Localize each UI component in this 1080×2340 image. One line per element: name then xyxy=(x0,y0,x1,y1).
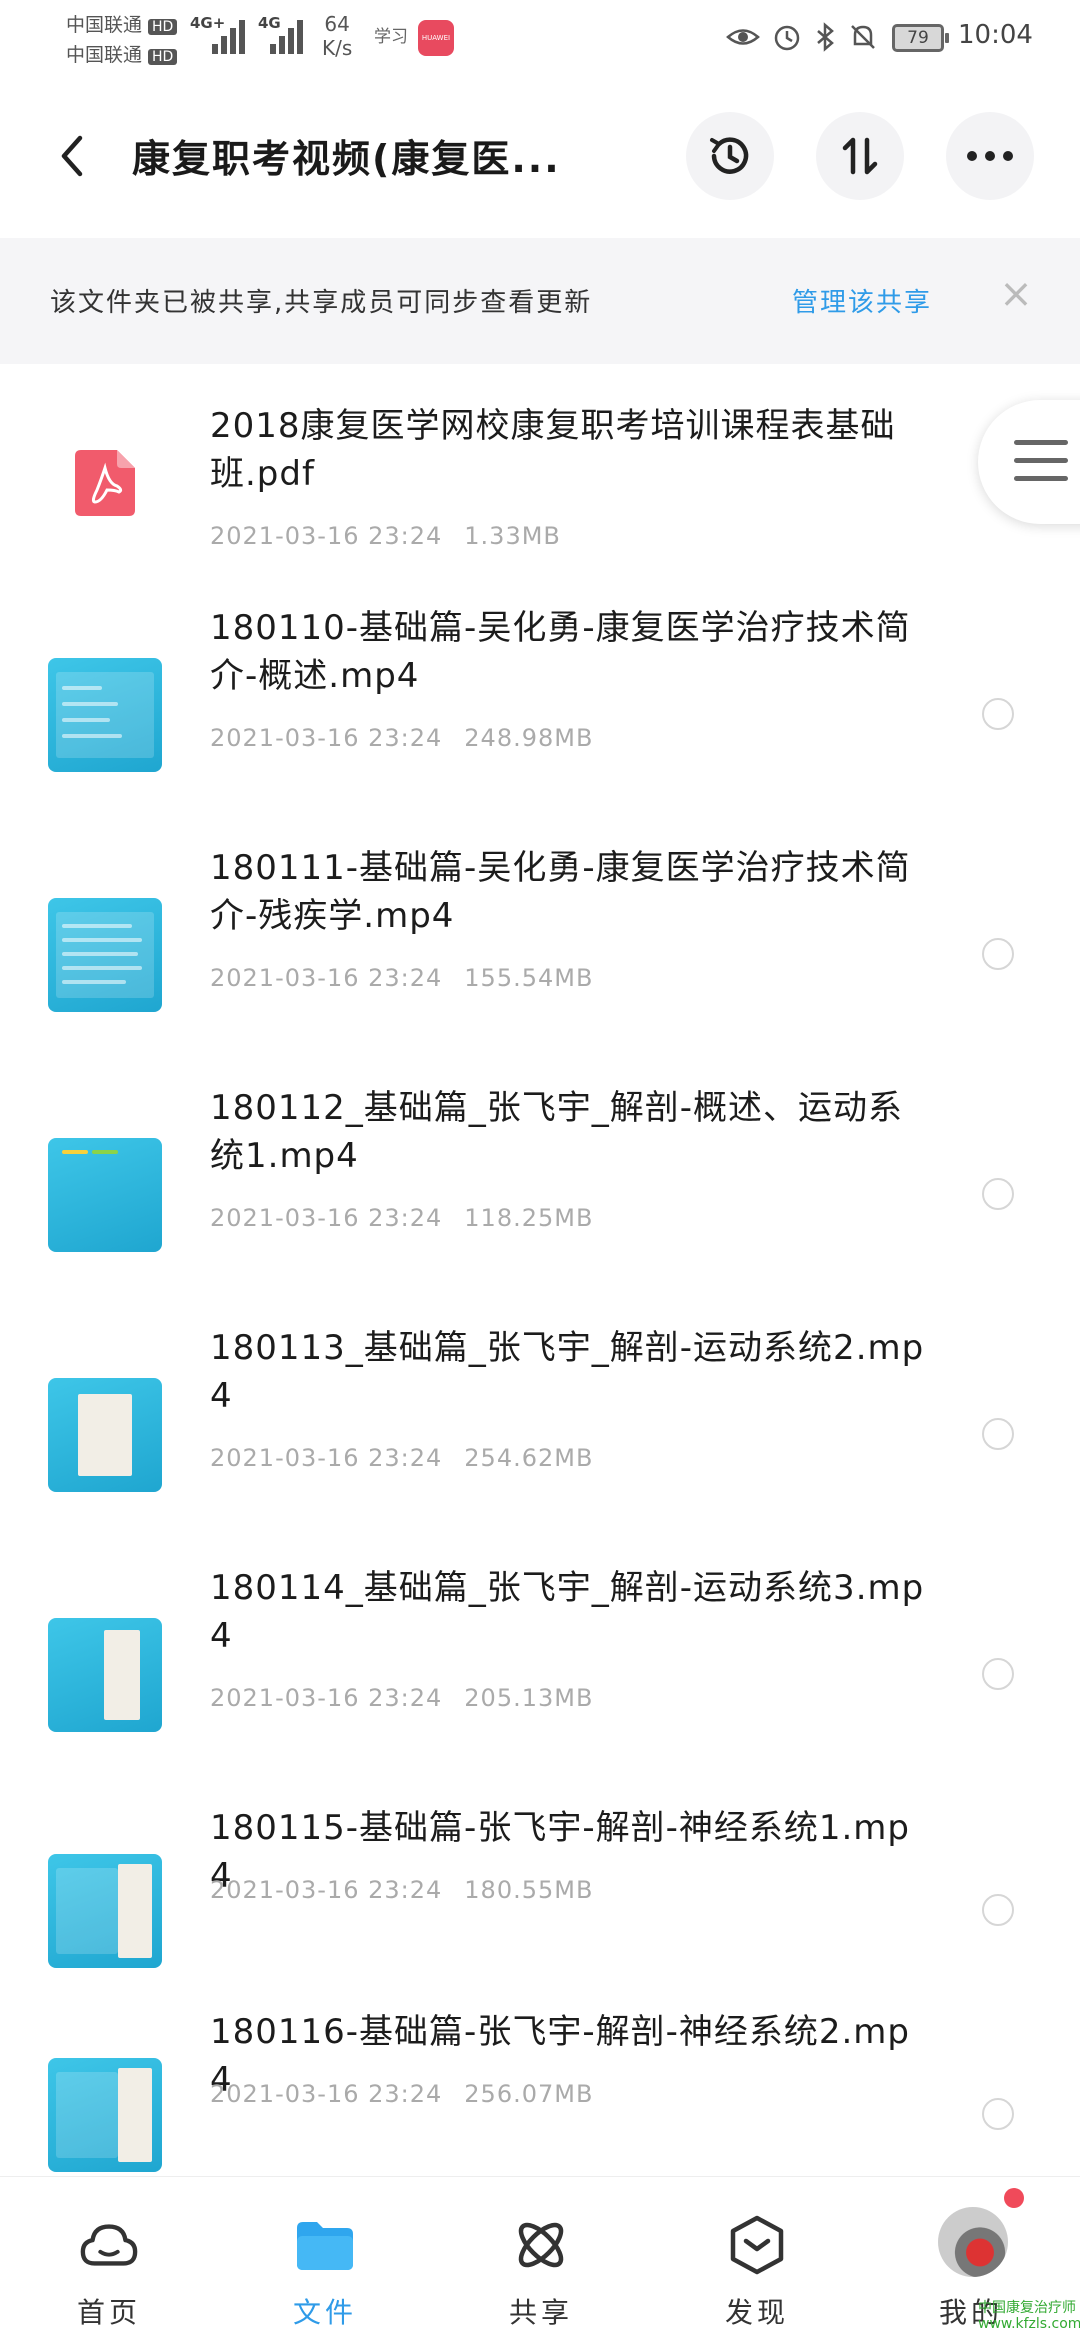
file-name: 180112_基础篇_张飞宇_解剖-概述、运动系统1.mp4 xyxy=(210,1088,904,1176)
status-bar: 中国联通 HD 中国联通 HD 4G+ 4G 64 K/s 学习 HUAWEI 79 … xyxy=(0,0,1080,80)
video-thumbnail xyxy=(48,1138,162,1252)
carrier-2: 中国联通 HD xyxy=(66,40,178,67)
sort-button[interactable] xyxy=(816,112,904,200)
nav-files[interactable]: 文件 xyxy=(250,2177,400,2340)
file-meta: 2021-03-16 23:24 248.98MB xyxy=(210,724,594,752)
video-thumbnail xyxy=(48,658,162,772)
battery-icon: 79 xyxy=(892,24,949,52)
nav-label: 共享 xyxy=(508,2296,573,2329)
signal-icon-1 xyxy=(212,18,254,54)
cloud-icon xyxy=(79,2215,139,2275)
video-thumbnail xyxy=(48,1618,162,1732)
bluetooth-icon xyxy=(808,20,842,54)
top-app-bar: 康复职考视频(康复医... xyxy=(0,96,1080,216)
list-item[interactable]: 180112_基础篇_张飞宇_解剖-概述、运动系统1.mp4 2021-03-1… xyxy=(0,1084,1080,1324)
nav-label: 首页 xyxy=(76,2296,141,2329)
select-radio[interactable] xyxy=(982,1894,1014,1926)
nav-label: 发现 xyxy=(724,2296,789,2329)
video-thumbnail xyxy=(48,2058,162,2172)
list-item[interactable]: 180111-基础篇-吴化勇-康复医学治疗技术简介-残疾学.mp4 2021-0… xyxy=(0,844,1080,1084)
file-name: 180113_基础篇_张飞宇_解剖-运动系统2.mp4 xyxy=(210,1328,925,1416)
share-atom-icon xyxy=(511,2215,571,2275)
back-button[interactable] xyxy=(42,118,102,194)
video-thumbnail xyxy=(48,898,162,1012)
notification-dot xyxy=(1004,2188,1024,2208)
video-thumbnail xyxy=(48,1854,162,1968)
manage-share-link[interactable]: 管理该共享 xyxy=(792,282,932,319)
select-radio[interactable] xyxy=(982,1178,1014,1210)
pdf-icon xyxy=(48,426,162,540)
history-icon xyxy=(710,137,749,174)
file-meta: 2021-03-16 23:24 205.13MB xyxy=(210,1684,594,1712)
network-speed: 64 K/s xyxy=(322,12,353,60)
chevron-left-icon xyxy=(61,135,83,177)
list-item[interactable]: 180110-基础篇-吴化勇-康复医学治疗技术简介-概述.mp4 2021-03… xyxy=(0,604,1080,844)
list-item[interactable]: 180114_基础篇_张飞宇_解剖-运动系统3.mp4 2021-03-16 2… xyxy=(0,1564,1080,1804)
nav-label: 文件 xyxy=(292,2296,357,2329)
close-icon[interactable]: × xyxy=(996,274,1036,314)
eye-icon xyxy=(726,20,760,54)
bottom-nav: 首页 文件 共享 发现 我的 xyxy=(0,2176,1080,2340)
file-name: 180110-基础篇-吴化勇-康复医学治疗技术简介-概述.mp4 xyxy=(210,608,911,696)
sort-arrows-icon xyxy=(842,137,878,175)
app-notification-icon: 学习 xyxy=(374,27,408,47)
file-name: 180111-基础篇-吴化勇-康复医学治疗技术简介-残疾学.mp4 xyxy=(210,848,911,936)
list-item[interactable]: 180116-基础篇-张飞宇-解剖-神经系统2.mp4 2021-03-16 2… xyxy=(0,2008,1080,2178)
file-meta: 2021-03-16 23:24 180.55MB xyxy=(210,1876,594,1904)
file-name: 2018康复医学网校康复职考培训课程表基础班.pdf xyxy=(210,406,896,494)
page-title: 康复职考视频(康复医... xyxy=(132,137,561,181)
file-meta: 2021-03-16 23:24 118.25MB xyxy=(210,1204,594,1232)
select-radio[interactable] xyxy=(982,938,1014,970)
signal-icon-2 xyxy=(270,18,312,54)
nav-home[interactable]: 首页 xyxy=(34,2177,184,2340)
select-radio[interactable] xyxy=(982,698,1014,730)
watermark: 中国康复治疗师 www.kfzls.com xyxy=(978,2300,1080,2332)
huawei-app-icon: HUAWEI xyxy=(418,20,454,56)
more-dots-icon xyxy=(967,151,1013,161)
mute-bell-icon xyxy=(846,20,880,54)
more-button[interactable] xyxy=(946,112,1034,200)
share-notice-text: 该文件夹已被共享,共享成员可同步查看更新 xyxy=(50,288,593,318)
file-name: 180114_基础篇_张飞宇_解剖-运动系统3.mp4 xyxy=(210,1568,925,1656)
select-radio[interactable] xyxy=(982,1418,1014,1450)
avatar xyxy=(938,2207,1008,2277)
select-radio[interactable] xyxy=(982,1658,1014,1690)
screen: 中国联通 HD 中国联通 HD 4G+ 4G 64 K/s 学习 HUAWEI 79 … xyxy=(0,0,1080,2340)
folder-icon xyxy=(295,2215,355,2275)
file-meta: 2021-03-16 23:24 254.62MB xyxy=(210,1444,594,1472)
nav-discover[interactable]: 发现 xyxy=(682,2177,832,2340)
nav-share[interactable]: 共享 xyxy=(466,2177,616,2340)
history-button[interactable] xyxy=(686,112,774,200)
alarm-icon xyxy=(770,20,804,54)
list-item[interactable]: 180113_基础篇_张飞宇_解剖-运动系统2.mp4 2021-03-16 2… xyxy=(0,1324,1080,1564)
status-time: 10:04 xyxy=(958,20,1033,50)
select-radio[interactable] xyxy=(982,2098,1014,2130)
list-item[interactable]: 2018康复医学网校康复职考培训课程表基础班.pdf 2021-03-16 23… xyxy=(0,364,1080,594)
discover-box-icon xyxy=(727,2215,787,2275)
carrier-1: 中国联通 HD xyxy=(66,10,178,37)
list-item[interactable]: 180115-基础篇-张飞宇-解剖-神经系统1.mp4 2021-03-16 2… xyxy=(0,1804,1080,2004)
file-meta: 2021-03-16 23:24 1.33MB xyxy=(210,522,561,550)
share-notice-banner: 该文件夹已被共享,共享成员可同步查看更新 管理该共享 × xyxy=(0,238,1080,364)
video-thumbnail xyxy=(48,1378,162,1492)
file-meta: 2021-03-16 23:24 256.07MB xyxy=(210,2080,594,2108)
file-meta: 2021-03-16 23:24 155.54MB xyxy=(210,964,594,992)
